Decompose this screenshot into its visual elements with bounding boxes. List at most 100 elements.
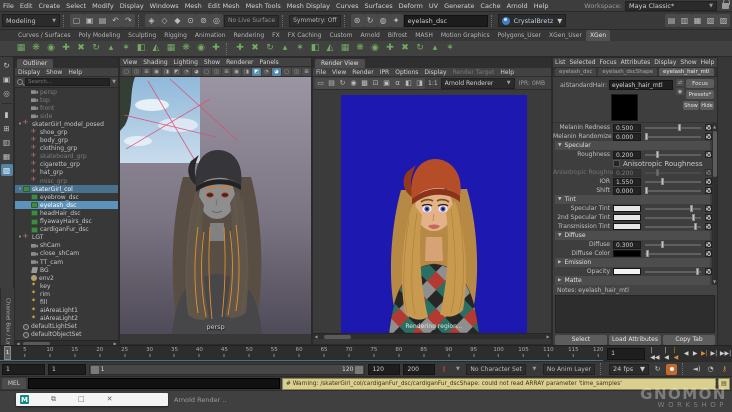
pin-node-icon[interactable]: ◉	[676, 88, 684, 95]
slider-specular-tint[interactable]	[645, 205, 701, 212]
menubar-item-mesh-display[interactable]: Mesh Display	[284, 2, 333, 10]
texture-map-icon[interactable]	[705, 169, 712, 176]
slider-diffuse[interactable]	[645, 241, 701, 248]
outliner-search-input[interactable]	[25, 78, 111, 86]
xgen-shelf-icon-12[interactable]: ❋	[179, 42, 193, 56]
xgen-shelf-icon-11[interactable]: ▦	[164, 42, 178, 56]
focus-button[interactable]: Focus	[686, 79, 714, 88]
select-button[interactable]: Select	[555, 334, 607, 345]
shelf-tab-mash[interactable]: MASH	[411, 30, 437, 41]
live-surface-field[interactable]: No Live Surface	[224, 14, 280, 27]
texture-map-icon[interactable]	[705, 250, 712, 257]
attribute-section-matte[interactable]: ▶ Matte	[555, 276, 710, 285]
attribute-scrollbar[interactable]: ▲ ▼	[712, 123, 717, 285]
menubar-item-deform[interactable]: Deform	[396, 2, 426, 10]
menubar-item-mesh-tools[interactable]: Mesh Tools	[243, 2, 284, 10]
attribute-section-diffuse[interactable]: ▼ Diffuse	[555, 231, 710, 240]
xgen-shelf-icon-8[interactable]: ✶	[119, 42, 133, 56]
presets-button[interactable]: Presets*	[686, 90, 714, 99]
attribute-tab-eyelash-dsc[interactable]: eyelash_dsc	[555, 68, 597, 76]
sidebar-toggle-icon-5[interactable]: ▨	[717, 14, 730, 27]
range-start-handle[interactable]	[90, 365, 99, 374]
attribute-editor-menu-list[interactable]: List	[553, 59, 568, 66]
xgen-shelf-icon-5[interactable]: ✖	[74, 42, 88, 56]
renderer-dropdown[interactable]: Arnold Renderer ▼	[440, 77, 515, 89]
snap-toolbar-icon-1[interactable]: ◈	[145, 14, 158, 27]
split-pane-layout[interactable]: ▦	[1, 150, 13, 162]
render-toolbar-icon-8[interactable]: α	[392, 77, 403, 89]
animation-prefs-icon[interactable]: ◔	[705, 364, 716, 375]
outliner-item-tt-cam[interactable]: TT_cam	[15, 258, 118, 266]
command-line-input[interactable]	[28, 378, 280, 389]
single-pane-layout[interactable]: ▮	[1, 108, 13, 120]
attribute-tab-eyelash-dscshape[interactable]: eyelash_dscShape	[598, 68, 658, 76]
outliner-menu-display[interactable]: Display	[15, 69, 43, 76]
texture-map-icon[interactable]	[705, 214, 712, 221]
outliner-menu-help[interactable]: Help	[65, 69, 85, 76]
shelf-tab-arnold[interactable]: Arnold	[356, 30, 383, 41]
viewport-toolbar-icon-1[interactable]: ▢	[122, 67, 131, 76]
outliner-item-defaultobjectset[interactable]: defaultObjectSet	[15, 331, 118, 339]
viewport-toolbar-icon-17[interactable]: ▢	[282, 67, 291, 76]
attribute-section-emission[interactable]: ▶ Emission	[555, 258, 710, 267]
viewport-toolbar-icon-14[interactable]: ◩	[252, 67, 261, 76]
notes-textarea[interactable]	[555, 295, 715, 333]
close-window-icon[interactable]: ✕	[107, 396, 113, 403]
play-forwards-button[interactable]: ▶	[691, 348, 699, 360]
slider-handle[interactable]	[645, 187, 649, 194]
outliner-item-headhair-dsc[interactable]: headHair_dsc	[15, 209, 118, 217]
playback-loop-icon[interactable]: ↻	[652, 364, 663, 375]
render-view-menu-file[interactable]: File	[313, 69, 329, 76]
slider-opacity[interactable]	[645, 268, 701, 275]
outliner-item-lgt[interactable]: ▾LGT	[15, 233, 118, 242]
viewport-toolbar-icon-15[interactable]: ◔	[262, 67, 271, 76]
scale-tool[interactable]: ▣	[1, 73, 13, 85]
persp-outliner-layout[interactable]: ▥	[1, 136, 13, 148]
outliner-item-persp[interactable]: persp	[15, 88, 118, 96]
swap-node-icon[interactable]: ⇄	[676, 79, 684, 86]
menubar-item-mesh[interactable]: Mesh	[182, 2, 205, 10]
xgen-groom-shelf-icon-8[interactable]: ▦	[338, 42, 352, 56]
render-toolbar-icon-4[interactable]: ◉	[348, 77, 359, 89]
outliner-item-misc-grp[interactable]: misc_grp	[15, 176, 118, 185]
symmetry-field[interactable]: Symmetry: Off	[289, 14, 341, 27]
slider-handle[interactable]	[660, 241, 664, 248]
outliner-item-side[interactable]: side	[15, 112, 118, 120]
color-swatch-2nd-specular-tint[interactable]	[613, 214, 641, 221]
xgen-groom-shelf-icon-3[interactable]: ↻	[263, 42, 277, 56]
texture-map-icon[interactable]	[705, 151, 712, 158]
texture-map-icon[interactable]	[705, 133, 712, 140]
xgen-groom-shelf-icon-2[interactable]: ✖	[248, 42, 262, 56]
xgen-shelf-icon-10[interactable]: ◭	[149, 42, 163, 56]
menubar-item-display[interactable]: Display	[117, 2, 147, 10]
viewport-toolbar-icon-2[interactable]: ◫	[132, 67, 141, 76]
slider-handle[interactable]	[696, 268, 700, 275]
copy-tab-button[interactable]: Copy Tab	[663, 334, 715, 345]
texture-map-icon[interactable]	[705, 223, 712, 230]
color-swatch-diffuse-color[interactable]	[613, 250, 641, 257]
texture-map-icon[interactable]	[705, 241, 712, 248]
color-swatch-opacity[interactable]	[613, 268, 641, 275]
viewport-menu-shading[interactable]: Shading	[140, 59, 170, 66]
attribute-editor-menu-display[interactable]: Display	[652, 59, 678, 66]
sidebar-toggle-icon-2[interactable]: ▥	[678, 14, 691, 27]
menubar-item-cache[interactable]: Cache	[477, 2, 503, 10]
menubar-item-help[interactable]: Help	[531, 2, 552, 10]
file-toolbar-icon-4[interactable]: ↶	[109, 14, 122, 27]
render-canvas[interactable]: Rendering region... ◀ ▶	[313, 90, 551, 339]
attribute-section-specular[interactable]: ▼ Specular	[555, 141, 710, 150]
texture-map-icon[interactable]	[705, 124, 712, 131]
outliner-item-eyebrow-dsc[interactable]: eyebrow_dsc	[15, 193, 118, 201]
shelf-tab-sculpting[interactable]: Sculpting	[124, 30, 160, 41]
render-toolbar-icon-1[interactable]: ▭	[315, 77, 326, 89]
material-preview-swatch[interactable]	[611, 94, 638, 121]
outliner-item-top[interactable]: top	[15, 96, 118, 104]
shelf-tab-motion-graphics[interactable]: Motion Graphics	[437, 30, 494, 41]
time-slider-ruler[interactable]: 1 5 10 15 20 25 30 35 40 45 50 55 60 65 70 75 80 85 90 95 1…	[0, 345, 604, 362]
texture-map-icon[interactable]	[705, 178, 712, 185]
shelf-tab-xgen[interactable]: XGen	[585, 30, 611, 41]
slider-handle[interactable]	[645, 133, 649, 140]
render-toolbar-icon-6[interactable]: ⊡	[370, 77, 381, 89]
viewport-toolbar-icon-13[interactable]: ◨	[242, 67, 251, 76]
xgen-groom-shelf-icon-9[interactable]: ❋	[353, 42, 367, 56]
